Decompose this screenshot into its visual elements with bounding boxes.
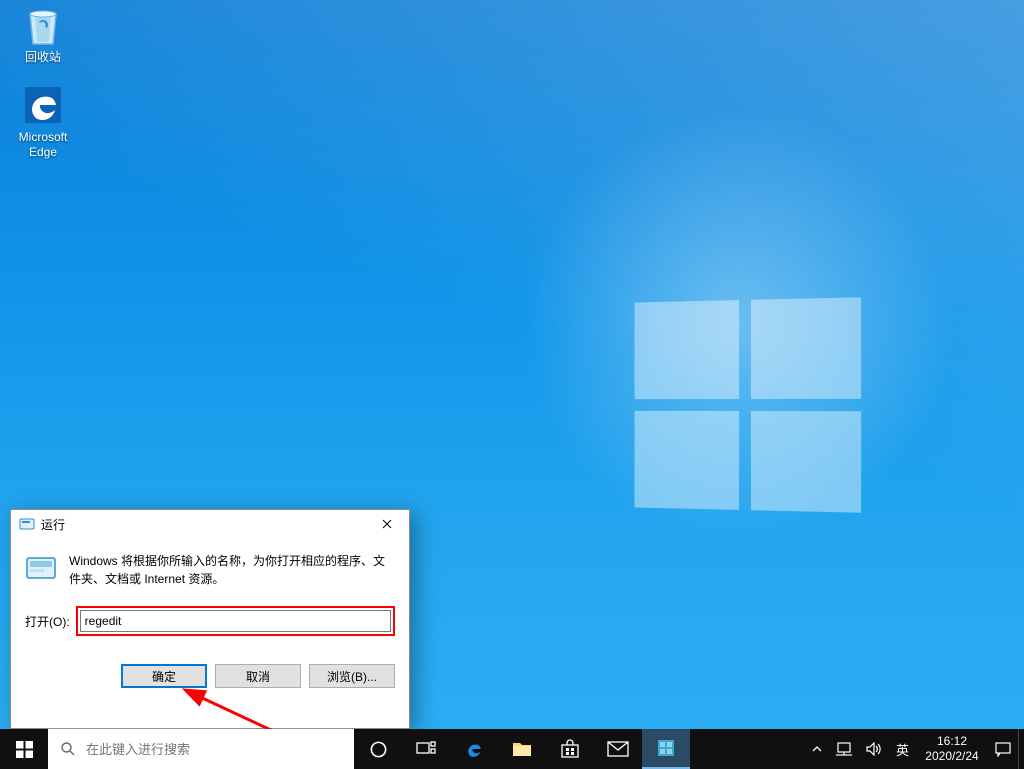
ime-indicator: 英: [896, 740, 909, 759]
edge-icon: [463, 738, 485, 760]
mail-icon: [607, 741, 629, 757]
tray-action-center[interactable]: [988, 729, 1018, 769]
close-button[interactable]: [365, 510, 409, 538]
windows-logo-graphic: [635, 297, 862, 512]
taskbar-app-store[interactable]: [546, 729, 594, 769]
taskbar-app-cortana[interactable]: [354, 729, 402, 769]
clock-date: 2020/2/24: [925, 749, 978, 764]
taskbar-app-mail[interactable]: [594, 729, 642, 769]
taskbar-tray: 英 16:12 2020/2/24: [805, 729, 1024, 769]
clock-time: 16:12: [937, 734, 967, 749]
taskbar-apps: [354, 729, 690, 769]
tray-network[interactable]: [829, 729, 859, 769]
desktop-icon-label: 回收站: [25, 50, 61, 64]
run-dialog-title: 运行: [41, 516, 65, 533]
taskbar-search[interactable]: [48, 729, 354, 769]
file-explorer-icon: [512, 740, 532, 758]
taskbar-app-file-explorer[interactable]: [498, 729, 546, 769]
taskbar-app-edge[interactable]: [450, 729, 498, 769]
tray-ime[interactable]: 英: [889, 729, 916, 769]
tray-chevron-up[interactable]: [805, 729, 829, 769]
windows-logo-icon: [16, 741, 33, 758]
run-open-label: 打开(O):: [25, 613, 70, 630]
run-dialog-description: Windows 将根据你所输入的名称，为你打开相应的程序、文件夹、文档或 Int…: [69, 552, 395, 588]
ok-button[interactable]: 确定: [121, 664, 207, 688]
recycle-bin-icon: [22, 4, 64, 46]
cancel-button[interactable]: 取消: [215, 664, 301, 688]
search-icon: [60, 741, 76, 757]
action-center-icon: [995, 741, 1011, 757]
run-body-icon: [25, 552, 57, 584]
browse-button[interactable]: 浏览(B)...: [309, 664, 395, 688]
show-desktop-button[interactable]: [1018, 729, 1024, 769]
tray-clock[interactable]: 16:12 2020/2/24: [916, 729, 988, 769]
tray-volume[interactable]: [859, 729, 889, 769]
taskbar-app-regedit[interactable]: [642, 729, 690, 769]
taskbar: 英 16:12 2020/2/24: [0, 729, 1024, 769]
cortana-icon: [369, 740, 388, 759]
start-button[interactable]: [0, 729, 48, 769]
run-dialog: 运行 Windows 将根据你所输入的名称，为你打开相应的程序、文件夹、文档或 …: [10, 509, 410, 729]
taskbar-app-task-view[interactable]: [402, 729, 450, 769]
desktop-icons: 回收站 Microsoft Edge: [6, 4, 86, 179]
store-icon: [560, 739, 580, 759]
desktop-icon-recycle-bin[interactable]: 回收站: [6, 4, 80, 64]
network-icon: [836, 742, 852, 756]
close-icon: [382, 519, 392, 529]
run-dialog-icon: [19, 516, 35, 532]
run-dialog-titlebar[interactable]: 运行: [11, 510, 409, 538]
chevron-up-icon: [812, 745, 822, 753]
task-view-icon: [416, 741, 436, 757]
desktop-icon-label: Microsoft Edge: [19, 130, 68, 159]
edge-icon: [22, 84, 64, 126]
search-input[interactable]: [86, 742, 342, 757]
run-open-highlight: [76, 606, 395, 636]
run-open-input[interactable]: [80, 610, 391, 632]
regedit-icon: [656, 738, 676, 758]
desktop-icon-edge[interactable]: Microsoft Edge: [6, 84, 80, 159]
volume-icon: [866, 742, 882, 756]
